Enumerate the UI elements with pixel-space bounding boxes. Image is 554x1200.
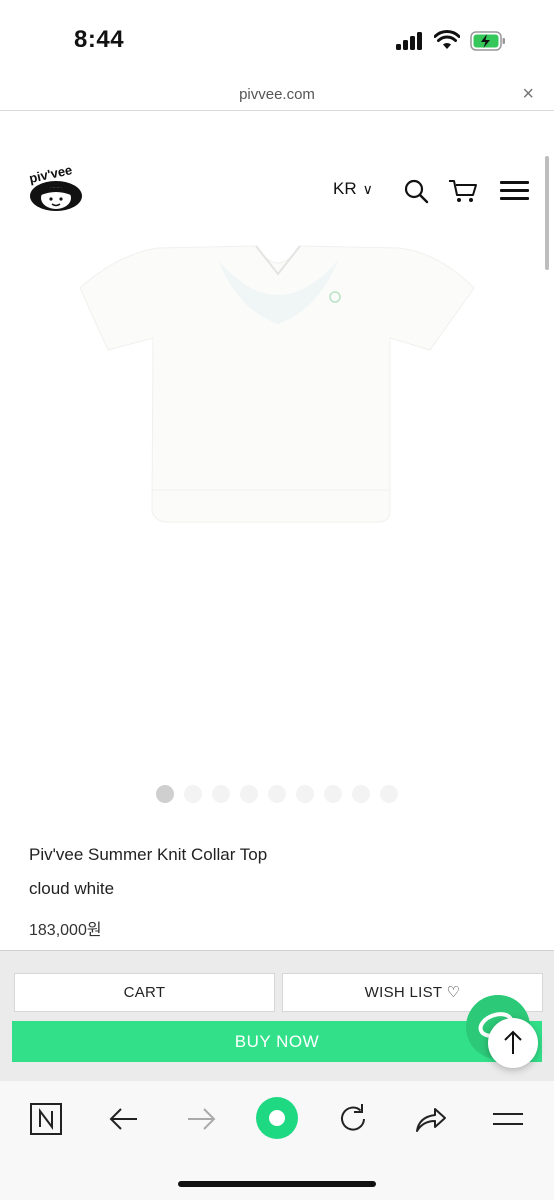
chevron-down-icon: ∨ xyxy=(362,181,373,197)
purchase-bar: CART WISH LIST ♡ BUY NOW xyxy=(0,950,554,1081)
buy-now-button[interactable]: BUY NOW xyxy=(12,1021,542,1062)
carousel-dot[interactable] xyxy=(296,785,314,803)
forward-arrow-icon[interactable] xyxy=(183,1101,219,1137)
carousel-dot[interactable] xyxy=(268,785,286,803)
language-selector[interactable]: KR ∨ xyxy=(333,179,373,199)
cart-button[interactable]: CART xyxy=(14,973,275,1012)
arrow-up-icon xyxy=(504,1030,522,1054)
carousel-dot[interactable] xyxy=(380,785,398,803)
green-dot-icon[interactable] xyxy=(255,1096,299,1140)
product-price: 183,000원 xyxy=(29,922,102,939)
home-indicator xyxy=(178,1181,376,1187)
carousel-dot[interactable] xyxy=(212,785,230,803)
carousel-dot[interactable] xyxy=(240,785,258,803)
product-variant: cloud white xyxy=(29,879,115,898)
status-bar: 8:44 xyxy=(0,0,554,78)
share-icon[interactable] xyxy=(413,1101,449,1137)
pivvee-logo[interactable]: piv'vee xyxy=(26,162,90,214)
naver-home-icon[interactable] xyxy=(28,1101,64,1137)
status-time: 8:44 xyxy=(74,26,125,53)
hamburger-menu-icon[interactable] xyxy=(500,181,529,201)
carousel-dot[interactable] xyxy=(156,785,174,803)
carousel-dot[interactable] xyxy=(184,785,202,803)
product-image[interactable] xyxy=(78,240,478,530)
menu-icon[interactable] xyxy=(490,1101,526,1137)
wifi-icon xyxy=(434,30,460,49)
close-icon[interactable]: × xyxy=(522,83,534,106)
cart-icon[interactable] xyxy=(448,178,478,204)
reload-icon[interactable] xyxy=(335,1101,371,1137)
carousel-dot[interactable] xyxy=(352,785,370,803)
product-name: Piv'vee Summer Knit Collar Top xyxy=(29,845,268,864)
page-scrollbar[interactable] xyxy=(545,156,549,270)
battery-charging-icon xyxy=(470,31,505,51)
cellular-signal-icon xyxy=(396,32,424,50)
scroll-to-top-button[interactable] xyxy=(488,1018,538,1068)
language-label: KR xyxy=(333,179,357,198)
search-icon[interactable] xyxy=(403,178,429,204)
url-bar[interactable]: pivvee.com × xyxy=(0,78,554,111)
carousel-dot[interactable] xyxy=(324,785,342,803)
carousel-indicator[interactable] xyxy=(156,785,408,803)
url-text[interactable]: pivvee.com xyxy=(0,86,554,103)
back-arrow-icon[interactable] xyxy=(106,1101,142,1137)
browser-toolbar xyxy=(0,1081,554,1200)
